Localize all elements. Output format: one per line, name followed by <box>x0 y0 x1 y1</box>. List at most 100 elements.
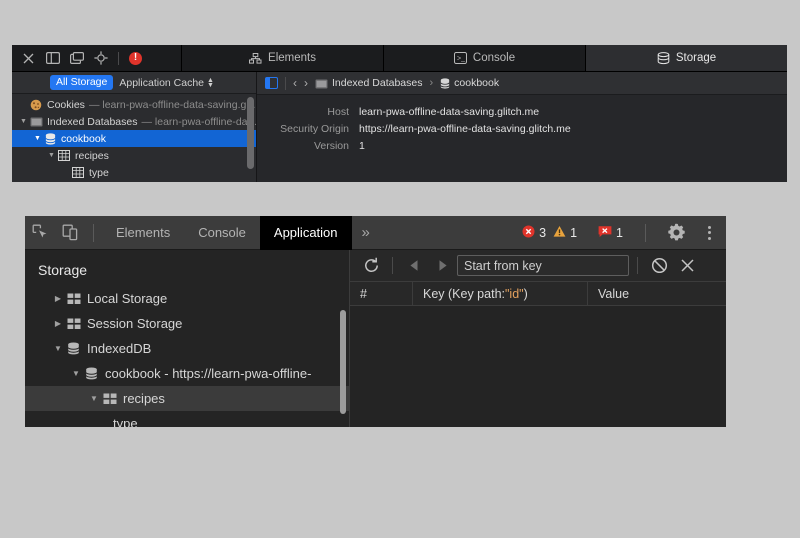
gear-icon[interactable] <box>661 223 691 242</box>
forward-icon[interactable]: › <box>304 76 308 90</box>
object-store-toolbar: Start from key <box>350 250 726 282</box>
next-page-icon[interactable] <box>429 254 455 278</box>
property-version: Version 1 <box>257 140 787 152</box>
back-icon[interactable]: ‹ <box>293 76 297 90</box>
tree-item-indexed-databases[interactable]: ▼ Indexed Databases — learn-pwa-offline-… <box>12 113 256 130</box>
breadcrumb-item-indexed-databases[interactable]: Indexed Databases <box>315 77 422 89</box>
sidebar-item-recipes-store[interactable]: ▼ recipes <box>25 386 349 411</box>
error-circle-icon <box>522 225 535 241</box>
error-warning-badge-group[interactable]: 3 1 <box>515 223 584 243</box>
application-cache-dropdown[interactable]: Application Cache ▲▼ <box>119 77 214 89</box>
disclosure-triangle-closed-icon[interactable]: ▶ <box>51 294 65 303</box>
safari-tab-storage[interactable]: Storage <box>586 45 787 71</box>
issues-badge[interactable]: 1 <box>591 223 630 243</box>
cookie-icon <box>29 99 43 111</box>
safari-detail-pane: ‹ › Indexed Databases › cookbook Host le… <box>257 72 787 182</box>
start-from-key-input[interactable]: Start from key <box>457 255 629 276</box>
all-storage-filter-button[interactable]: All Storage <box>50 75 113 90</box>
safari-tab-elements-label: Elements <box>268 52 316 64</box>
breadcrumb-separator: › <box>429 77 433 89</box>
sidebar-scrollbar[interactable] <box>247 97 254 169</box>
property-host-label: Host <box>257 106 349 118</box>
breadcrumb-item-cookbook[interactable]: cookbook <box>440 77 499 89</box>
disclosure-triangle-open-icon[interactable]: ▼ <box>32 135 43 142</box>
database-icon <box>83 367 100 380</box>
kebab-menu-icon[interactable] <box>698 226 720 240</box>
previous-page-icon[interactable] <box>401 254 427 278</box>
breadcrumb-item-cookbook-label: cookbook <box>454 77 499 89</box>
data-table-body[interactable] <box>350 306 726 427</box>
application-storage-sidebar: Storage ▶ Local Storage ▶ Session Storag… <box>25 250 350 427</box>
tab-elements[interactable]: Elements <box>102 216 184 250</box>
disclosure-triangle-open-icon[interactable]: ▼ <box>87 394 101 403</box>
sidebar-item-cookbook-db[interactable]: ▼ cookbook - https://learn-pwa-offline- <box>25 361 349 386</box>
tree-item-cookies-detail: — learn-pwa-offline-data-saving.gl… <box>89 99 256 111</box>
property-host-value: learn-pwa-offline-data-saving.glitch.me <box>359 106 539 118</box>
devtools-body: Storage ▶ Local Storage ▶ Session Storag… <box>25 250 726 427</box>
sidebar-scrollbar[interactable] <box>340 310 346 414</box>
storage-database-icon <box>657 52 670 65</box>
object-store-pane: Start from key # Key (Key path: "id") Va… <box>350 250 726 427</box>
breadcrumb-item-indexed-databases-label: Indexed Databases <box>332 77 422 89</box>
devtools-tab-bar: Elements Console Application » 3 1 1 <box>25 216 726 250</box>
disclosure-triangle-open-icon[interactable]: ▼ <box>18 118 29 125</box>
tree-item-type[interactable]: type <box>12 164 256 181</box>
more-tabs-icon[interactable]: » <box>352 224 378 241</box>
detach-window-icon[interactable] <box>69 51 84 66</box>
property-host: Host learn-pwa-offline-data-saving.glitc… <box>257 106 787 118</box>
disclosure-triangle-open-icon[interactable]: ▼ <box>69 369 83 378</box>
tree-item-recipes-label: recipes <box>75 150 109 162</box>
delete-selected-icon[interactable] <box>674 254 700 278</box>
database-properties: Host learn-pwa-offline-data-saving.glitc… <box>257 95 787 157</box>
database-icon <box>65 342 82 355</box>
table-grid-icon <box>101 393 118 405</box>
svg-text:>_: >_ <box>457 56 465 63</box>
inspect-element-icon[interactable] <box>25 216 55 250</box>
tree-item-cookbook-label: cookbook <box>61 133 106 145</box>
sidebar-item-session-storage[interactable]: ▶ Session Storage <box>25 311 349 336</box>
sidebar-item-local-storage-label: Local Storage <box>87 291 167 306</box>
sidebar-section-title: Storage <box>25 250 349 286</box>
sidebar-item-recipes-store-label: recipes <box>123 391 165 406</box>
chevron-updown-icon: ▲▼ <box>207 78 214 88</box>
toolbar-divider <box>392 257 393 274</box>
sidebar-item-local-storage[interactable]: ▶ Local Storage <box>25 286 349 311</box>
sidebar-item-cookbook-db-label: cookbook - https://learn-pwa-offline- <box>105 366 311 381</box>
safari-tab-elements[interactable]: Elements <box>182 45 384 71</box>
device-toolbar-icon[interactable] <box>55 216 85 250</box>
property-security-origin: Security Origin https://learn-pwa-offlin… <box>257 123 787 135</box>
safari-body: All Storage Application Cache ▲▼ Cookies… <box>12 72 787 182</box>
table-icon <box>57 150 71 161</box>
tree-item-cookies[interactable]: Cookies — learn-pwa-offline-data-saving.… <box>12 96 256 113</box>
warning-count: 1 <box>570 226 577 240</box>
tab-console[interactable]: Console <box>184 216 260 250</box>
inspect-element-icon[interactable] <box>93 51 108 66</box>
property-security-origin-value: https://learn-pwa-offline-data-saving.gl… <box>359 123 571 135</box>
column-header-value[interactable]: Value <box>588 282 726 305</box>
folder-database-icon <box>315 78 328 89</box>
sidebar-item-indexeddb[interactable]: ▼ IndexedDB <box>25 336 349 361</box>
tree-item-recipes[interactable]: ▼ recipes <box>12 147 256 164</box>
tree-item-cookbook[interactable]: ▼ cookbook <box>12 130 256 147</box>
property-version-value: 1 <box>359 140 365 152</box>
refresh-icon[interactable] <box>358 254 384 278</box>
disclosure-triangle-closed-icon[interactable]: ▶ <box>51 319 65 328</box>
clear-object-store-icon[interactable] <box>646 254 672 278</box>
data-table-header: # Key (Key path: "id") Value <box>350 282 726 306</box>
toggle-sidebar-icon[interactable] <box>265 77 278 89</box>
sidebar-item-type-index[interactable]: type <box>25 411 349 427</box>
column-header-index[interactable]: # <box>350 282 413 305</box>
disclosure-triangle-open-icon[interactable]: ▼ <box>51 344 65 353</box>
dock-layout-icon[interactable] <box>45 51 60 66</box>
disclosure-triangle-open-icon[interactable]: ▼ <box>46 152 57 159</box>
table-grid-icon <box>65 293 82 305</box>
issues-count: 1 <box>616 226 623 240</box>
error-indicator[interactable]: ! <box>129 52 142 65</box>
close-inspector-icon[interactable] <box>21 51 36 66</box>
safari-tab-console[interactable]: >_ Console <box>384 45 586 71</box>
warning-triangle-icon <box>553 225 566 241</box>
tab-application[interactable]: Application <box>260 216 352 250</box>
column-header-key[interactable]: Key (Key path: "id") <box>413 282 588 305</box>
sidebar-item-session-storage-label: Session Storage <box>87 316 182 331</box>
safari-tab-console-label: Console <box>473 52 515 64</box>
